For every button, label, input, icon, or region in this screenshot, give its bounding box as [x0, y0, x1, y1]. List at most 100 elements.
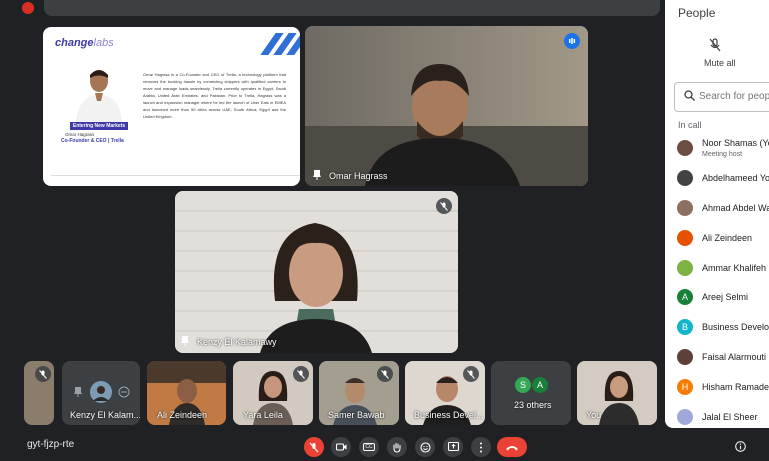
audio-level-icon [564, 33, 580, 49]
filmstrip-name: You [586, 410, 602, 420]
filmstrip-tile-you[interactable]: You [577, 361, 657, 425]
participant-name: Noor Shamas (Yo [702, 138, 769, 148]
avatar [90, 381, 112, 403]
more-options-button[interactable] [471, 437, 491, 457]
filmstrip-tile-partial[interactable] [24, 361, 54, 425]
more-icon [480, 442, 482, 452]
search-box[interactable] [674, 82, 769, 112]
pin-icon[interactable] [181, 336, 189, 346]
participant-row[interactable]: B Business Develop [665, 312, 769, 342]
filmstrip-name: Ali Zeindeen [157, 410, 208, 420]
participant-row[interactable]: Ahmad Abdel Wa [665, 193, 769, 223]
avatar: B [677, 319, 693, 335]
filmstrip-tile-kenzy[interactable]: Kenzy El Kalam... [62, 361, 140, 425]
participant-video-kenzy [175, 191, 458, 353]
participant-role: Meeting host [702, 151, 743, 158]
mic-off-icon [436, 198, 452, 214]
captions-icon: CC [363, 443, 375, 451]
filmstrip-tile-others[interactable]: S A 23 others [491, 361, 571, 425]
avatar [677, 230, 693, 246]
emoji-icon [419, 441, 431, 453]
presentation-tile[interactable]: changelabs Entering New Markets Omar Hag… [43, 27, 300, 186]
avatar [677, 349, 693, 365]
presenter-bio: Omar Hagrass is a Co-Founder and CEO of … [143, 72, 286, 119]
leave-call-button[interactable] [497, 437, 527, 457]
slide-footer [51, 175, 300, 180]
mic-off-icon [309, 442, 319, 452]
participant-name: Ahmad Abdel Wa [702, 203, 769, 213]
camera-icon [335, 443, 346, 451]
filmstrip-name: Business Devel... [414, 410, 484, 420]
others-count: 23 others [514, 400, 552, 410]
people-panel: People Mute all In call Noor Shamas (Yo … [665, 0, 769, 428]
recording-icon [22, 2, 34, 14]
presenter-title: Co-Founder & CEO | Trella [61, 138, 124, 144]
participant-row[interactable]: H Hisham Ramader [665, 372, 769, 402]
info-icon[interactable] [735, 441, 746, 452]
presenter-role-banner: Entering New Markets [70, 122, 128, 130]
participant-row[interactable]: Jalal El Sheer [665, 402, 769, 428]
filmstrip-name: Yara Leila [243, 410, 283, 420]
remove-icon[interactable] [118, 386, 130, 398]
mic-off-icon[interactable] [709, 38, 721, 52]
participant-name: Business Develop [702, 322, 769, 332]
panel-title: People [678, 6, 716, 20]
search-icon [684, 90, 695, 101]
participant-name: Areej Selmi [702, 292, 749, 302]
avatar: A [532, 377, 548, 393]
avatar: S [515, 377, 531, 393]
raise-hand-button[interactable] [387, 437, 407, 457]
top-bar [0, 0, 665, 18]
captions-button[interactable]: CC [359, 437, 379, 457]
meeting-title-bar [44, 0, 660, 16]
present-button[interactable] [443, 437, 463, 457]
pin-icon[interactable] [74, 387, 82, 397]
participant-row[interactable]: Ali Zeindeen [665, 223, 769, 253]
participant-tile-omar[interactable]: Omar Hagrass [305, 26, 588, 186]
filmstrip-name: Kenzy El Kalam... [70, 410, 140, 420]
control-bar: gyt-fjzp-rte CC [0, 428, 769, 461]
avatar [677, 170, 693, 186]
participant-video-omar [305, 26, 588, 186]
participant-name-omar: Omar Hagrass [329, 171, 388, 181]
presenter-portrait [73, 65, 125, 123]
avatar [677, 260, 693, 276]
avatar [677, 140, 693, 156]
section-in-call: In call [678, 120, 702, 130]
filmstrip-tile-ali[interactable]: Ali Zeindeen [147, 361, 226, 425]
hand-icon [393, 442, 401, 453]
end-call-icon [506, 445, 518, 450]
mute-all-button[interactable]: Mute all [704, 58, 736, 68]
participant-row[interactable]: A Areej Selmi [665, 282, 769, 312]
pin-icon[interactable] [313, 170, 321, 180]
filmstrip-tile-samer[interactable]: Samer Bawab [319, 361, 399, 425]
participant-name: Faisal Alarmouti [702, 352, 767, 362]
participant-name: Abdelhameed Yo [702, 173, 769, 183]
participant-name: Jalal El Sheer [702, 412, 758, 422]
participant-name: Ali Zeindeen [702, 233, 753, 243]
mic-toggle-button[interactable] [304, 437, 324, 457]
participant-row[interactable]: Abdelhameed Yo [665, 163, 769, 193]
participant-row[interactable]: Faisal Alarmouti [665, 342, 769, 372]
mic-off-icon [293, 366, 309, 382]
participant-name: Hisham Ramader [702, 382, 769, 392]
presenter-name: Omar Hagrass [65, 132, 95, 137]
mic-off-icon [35, 366, 51, 382]
filmstrip-tile-yara[interactable]: Yara Leila [233, 361, 313, 425]
filmstrip-name: Samer Bawab [328, 410, 385, 420]
mic-off-icon [377, 366, 393, 382]
camera-toggle-button[interactable] [331, 437, 351, 457]
participant-tile-kenzy[interactable]: Kenzy El Kalamawy [175, 191, 458, 353]
avatar: A [677, 289, 693, 305]
meeting-code: gyt-fjzp-rte [27, 439, 75, 450]
participant-row[interactable]: Noor Shamas (Yo Meeting host [665, 133, 769, 163]
avatar: H [677, 379, 693, 395]
presentation-logo: changelabs [55, 37, 114, 49]
avatar [677, 409, 693, 425]
filmstrip-tile-business[interactable]: Business Devel... [405, 361, 485, 425]
mic-off-icon [463, 366, 479, 382]
participant-row[interactable]: Ammar Khalifeh [665, 253, 769, 283]
search-input[interactable] [699, 83, 769, 109]
emoji-button[interactable] [415, 437, 435, 457]
participant-name-kenzy: Kenzy El Kalamawy [197, 337, 277, 347]
